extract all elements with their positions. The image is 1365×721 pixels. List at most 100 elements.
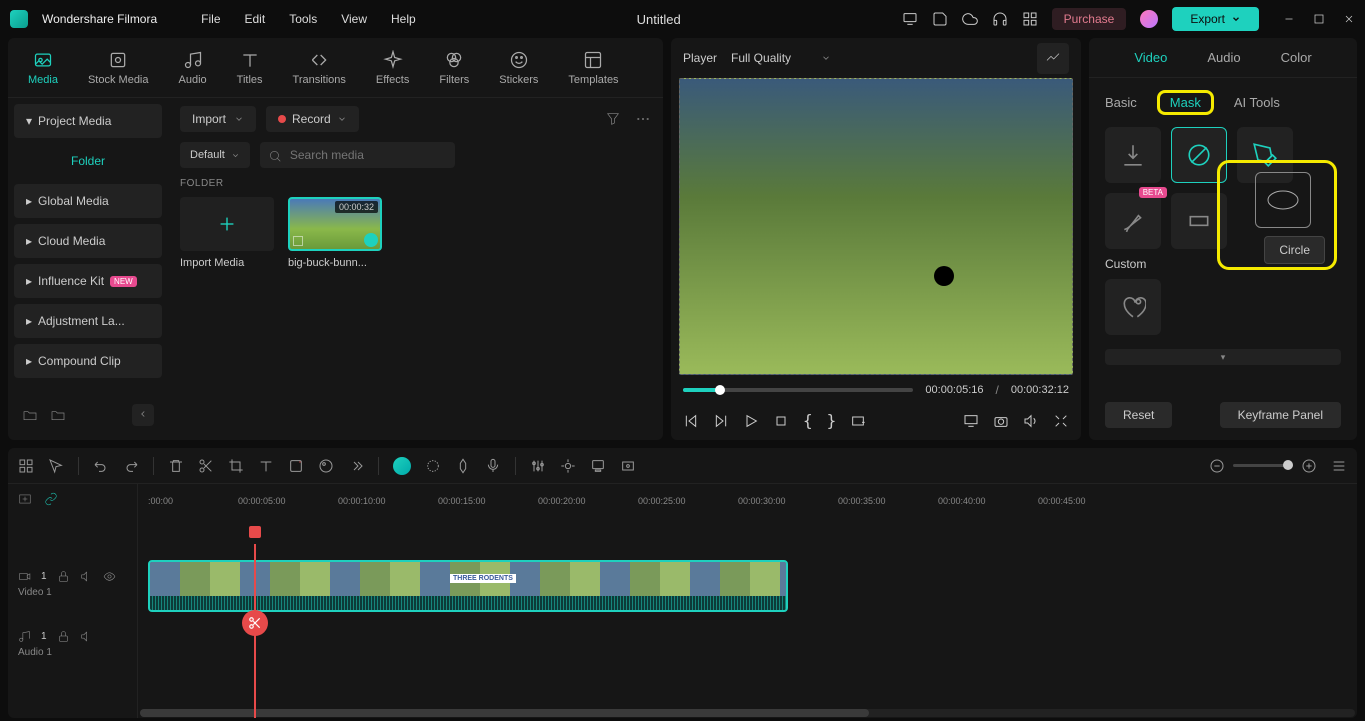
user-avatar[interactable]	[1140, 10, 1158, 28]
minimize-icon[interactable]	[1283, 13, 1295, 25]
timeline-ruler[interactable]: :00:00 00:00:05:00 00:00:10:00 00:00:15:…	[138, 484, 1357, 514]
snapshot-button[interactable]	[1037, 43, 1069, 74]
ratio-icon[interactable]	[850, 413, 866, 429]
next-frame-icon[interactable]	[713, 413, 729, 429]
camera-icon[interactable]	[993, 413, 1009, 429]
bug-icon[interactable]	[560, 458, 576, 474]
headphones-icon[interactable]	[992, 11, 1008, 27]
video-clip[interactable]: THREE RODENTS	[148, 560, 788, 612]
lock-icon[interactable]	[57, 570, 70, 583]
timeline-scrollbar[interactable]	[140, 709, 1355, 717]
play-icon[interactable]	[743, 413, 759, 429]
progress-slider[interactable]	[683, 388, 913, 392]
menu-file[interactable]: File	[201, 12, 220, 26]
mark-out-icon[interactable]: }	[827, 411, 837, 430]
mark-in-icon[interactable]: {	[803, 411, 813, 430]
circle-tool-icon[interactable]	[425, 458, 441, 474]
inspector-tab-video[interactable]: Video	[1134, 50, 1167, 65]
color-icon[interactable]	[318, 458, 334, 474]
undo-icon[interactable]	[93, 458, 109, 474]
mixer-icon[interactable]	[530, 458, 546, 474]
menu-help[interactable]: Help	[391, 12, 416, 26]
link-icon[interactable]	[44, 492, 58, 506]
tab-stickers[interactable]: Stickers	[499, 50, 538, 86]
sidebar-folder[interactable]: Folder	[14, 144, 162, 178]
mic-icon[interactable]	[485, 458, 501, 474]
record-dropdown[interactable]: Record	[266, 106, 359, 132]
mask-rectangle[interactable]	[1171, 193, 1227, 249]
zoom-in-icon[interactable]	[1301, 458, 1317, 474]
volume-icon[interactable]	[1023, 413, 1039, 429]
mask-circle[interactable]	[1255, 172, 1311, 228]
export-button[interactable]: Export	[1172, 7, 1259, 31]
filter-icon[interactable]	[605, 111, 621, 127]
sidebar-project-media[interactable]: ▾Project Media	[14, 104, 162, 138]
mute-icon[interactable]	[80, 630, 93, 643]
more-icon[interactable]	[635, 111, 651, 127]
timeline-tracks[interactable]: THREE RODENTS	[138, 514, 1357, 718]
tab-media[interactable]: Media	[28, 50, 58, 86]
playhead[interactable]	[254, 544, 256, 718]
sidebar-influence-kit[interactable]: ▸Influence KitNEW	[14, 264, 162, 298]
tab-templates[interactable]: Templates	[568, 50, 618, 86]
tab-audio[interactable]: Audio	[179, 50, 207, 86]
visibility-icon[interactable]	[103, 570, 116, 583]
mask-custom-heart[interactable]	[1105, 279, 1161, 335]
fullscreen-icon[interactable]	[1053, 413, 1069, 429]
split-icon[interactable]	[198, 458, 214, 474]
reset-button[interactable]: Reset	[1105, 402, 1172, 428]
search-input[interactable]	[260, 142, 455, 168]
video-track-header[interactable]: 1 Video 1	[8, 554, 137, 614]
media-clip-tile[interactable]: 00:00:32 big-buck-bunn...	[288, 197, 382, 269]
tab-effects[interactable]: Effects	[376, 50, 409, 86]
device-icon[interactable]	[590, 458, 606, 474]
menu-edit[interactable]: Edit	[245, 12, 266, 26]
tab-titles[interactable]: Titles	[237, 50, 263, 86]
mask-import[interactable]	[1105, 127, 1161, 183]
lock-icon[interactable]	[57, 630, 70, 643]
menu-view[interactable]: View	[341, 12, 367, 26]
speed-icon[interactable]	[288, 458, 304, 474]
quality-dropdown[interactable]: Full Quality	[731, 51, 831, 65]
sidebar-cloud-media[interactable]: ▸Cloud Media	[14, 224, 162, 258]
grid-icon[interactable]	[18, 458, 34, 474]
apps-icon[interactable]	[1022, 11, 1038, 27]
mute-icon[interactable]	[80, 570, 93, 583]
playhead-split-icon[interactable]	[242, 610, 268, 636]
import-dropdown[interactable]: Import	[180, 106, 256, 132]
tab-transitions[interactable]: Transitions	[293, 50, 346, 86]
tab-stock-media[interactable]: Stock Media	[88, 50, 149, 86]
inspector-tab-audio[interactable]: Audio	[1207, 50, 1240, 65]
sidebar-adjustment-layer[interactable]: ▸Adjustment La...	[14, 304, 162, 338]
preview-viewport[interactable]	[679, 78, 1073, 375]
zoom-slider[interactable]	[1233, 464, 1293, 467]
folder-add-icon[interactable]	[22, 407, 38, 423]
menu-tools[interactable]: Tools	[289, 12, 317, 26]
sort-dropdown[interactable]: Default	[180, 142, 250, 168]
import-media-tile[interactable]: Import Media	[180, 197, 274, 269]
zoom-out-icon[interactable]	[1209, 458, 1225, 474]
track-view-icon[interactable]	[1331, 458, 1347, 474]
collapse-sidebar-icon[interactable]	[132, 404, 154, 426]
inspector-tab-color[interactable]: Color	[1281, 50, 1312, 65]
ai-badge-icon[interactable]	[393, 457, 411, 475]
text-icon[interactable]	[258, 458, 274, 474]
select-icon[interactable]	[48, 458, 64, 474]
mask-none[interactable]	[1171, 127, 1227, 183]
marker-icon[interactable]	[455, 458, 471, 474]
frame-icon[interactable]	[620, 458, 636, 474]
keyframe-panel-button[interactable]: Keyframe Panel	[1220, 402, 1341, 428]
subtab-mask[interactable]: Mask	[1170, 95, 1201, 110]
more-tools-icon[interactable]	[348, 458, 364, 474]
subtab-basic[interactable]: Basic	[1105, 95, 1137, 110]
mask-brush[interactable]: BETA	[1105, 193, 1161, 249]
audio-track-header[interactable]: 1 Audio 1	[8, 614, 137, 674]
maximize-icon[interactable]	[1313, 13, 1325, 25]
close-icon[interactable]	[1343, 13, 1355, 25]
delete-icon[interactable]	[168, 458, 184, 474]
folder-icon[interactable]	[50, 407, 66, 423]
monitor-icon[interactable]	[902, 11, 918, 27]
expand-bar[interactable]: ▾	[1105, 349, 1341, 365]
prev-frame-icon[interactable]	[683, 413, 699, 429]
crop-icon[interactable]	[228, 458, 244, 474]
